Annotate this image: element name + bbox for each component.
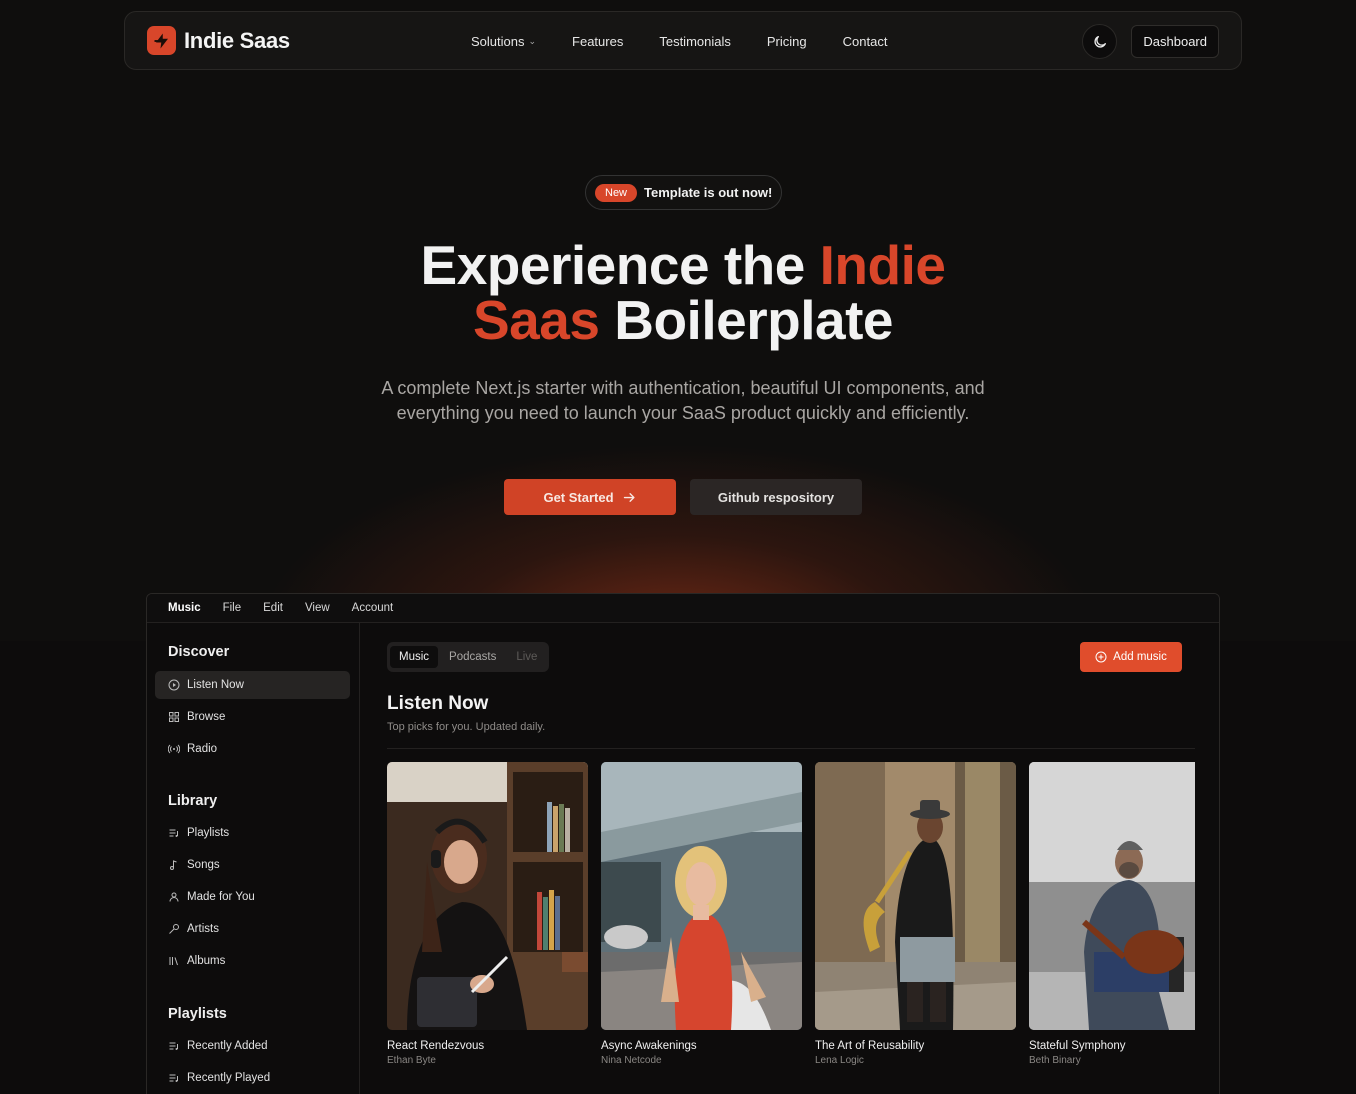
nav-testimonials[interactable]: Testimonials [659,34,731,49]
new-pill: New [595,183,638,202]
chevron-down-icon: ⌄ [528,36,537,46]
nav-contact[interactable]: Contact [843,34,888,49]
album-cards: React Rendezvous Ethan Byte Async Awaken… [387,762,1195,1082]
hero-title-part1: Experience the [420,234,806,296]
grid-icon [168,711,180,723]
app-main: Music Podcasts Live Add music Listen Now… [361,623,1219,1094]
album-cover-image[interactable] [815,762,1016,1030]
hero-title-accent2: Saas [473,289,600,351]
discover-heading: Discover [168,644,230,660]
menu-edit[interactable]: Edit [263,602,283,614]
nav-actions: Dashboard [1082,24,1219,59]
sidebar-item-artists[interactable]: Artists [155,915,350,943]
sidebar-item-label: Made for You [187,891,255,903]
sidebar-item-browse[interactable]: Browse [155,703,350,731]
sidebar-item-recently-played[interactable]: Recently Played [155,1064,350,1092]
album-card[interactable]: The Art of Reusability Lena Logic [815,762,1016,1066]
album-title: The Art of Reusability [815,1040,925,1052]
radio-icon [168,743,180,755]
tab-podcasts[interactable]: Podcasts [440,646,505,668]
album-card[interactable]: Async Awakenings Nina Netcode [601,762,802,1066]
get-started-label: Get Started [543,489,614,505]
sidebar-item-label: Recently Added [187,1040,268,1052]
tab-music[interactable]: Music [390,646,439,668]
sidebar-item-label: Browse [187,711,226,723]
nav-pricing[interactable]: Pricing [767,34,807,49]
menu-account[interactable]: Account [352,602,394,614]
sidebar-item-label: Recently Played [187,1072,271,1084]
plus-circle-icon [1095,651,1107,663]
album-title: React Rendezvous [387,1040,485,1052]
nav-features[interactable]: Features [572,34,623,49]
album-artist: Beth Binary [1029,1055,1081,1066]
nav-solutions[interactable]: Solutions ⌄ [471,34,536,49]
hero-subtitle: A complete Next.js starter with authenti… [381,378,985,423]
library-icon [168,955,180,967]
section-subtitle: Top picks for you. Updated daily. [387,721,546,733]
album-cover-image[interactable] [601,762,802,1030]
sidebar-item-label: Albums [187,955,226,967]
nav-solutions-label: Solutions [471,34,525,49]
theme-toggle-button[interactable] [1082,24,1118,59]
sidebar-item-radio[interactable]: Radio [155,735,350,763]
add-music-button[interactable]: Add music [1080,642,1182,672]
announcement-text: Template is out now! [644,185,773,200]
album-cover-image[interactable] [1029,762,1195,1030]
nav-links: Solutions ⌄ Features Testimonials Pricin… [471,12,887,71]
sidebar-item-recently-added[interactable]: Recently Added [155,1032,350,1060]
album-title: Stateful Symphony [1029,1040,1126,1052]
section-title: Listen Now [387,693,489,714]
album-artist: Nina Netcode [601,1055,662,1066]
music-note-icon [168,859,180,871]
moon-icon [1094,35,1106,48]
brand[interactable]: Indie Saas [147,26,447,55]
sidebar-item-label: Artists [187,923,219,935]
menu-file[interactable]: File [223,602,242,614]
sidebar-item-label: Listen Now [187,679,244,691]
menu-view[interactable]: View [305,602,330,614]
play-circle-icon [168,679,180,691]
dashboard-button[interactable]: Dashboard [1131,25,1219,58]
playlist-icon [168,827,180,839]
add-music-label: Add music [1113,651,1167,663]
hero-title-part2: Boilerplate [614,289,893,351]
tab-live: Live [516,651,538,663]
get-started-button[interactable]: Get Started [504,479,676,515]
library-heading: Library [168,793,218,809]
album-artist: Lena Logic [815,1055,864,1066]
sidebar-item-made-for-you[interactable]: Made for You [155,883,350,911]
sidebar-item-label: Songs [187,859,220,871]
github-repo-button[interactable]: Github respository [690,479,862,515]
album-card[interactable]: Stateful Symphony Beth Binary [1029,762,1195,1066]
sidebar-item-label: Radio [187,743,218,755]
user-icon [168,891,180,903]
sidebar-item-playlists[interactable]: Playlists [155,819,350,847]
app-sidebar: Discover Listen Now Browse Radio Library… [147,623,360,1094]
album-card[interactable]: React Rendezvous Ethan Byte [387,762,588,1066]
microphone-icon [168,923,180,935]
sidebar-item-albums[interactable]: Albums [155,947,350,975]
brand-name: Indie Saas [184,27,290,53]
hero-title: Experience the Indie Saas Boilerplate [300,238,1066,348]
sidebar-item-label: Playlists [187,827,230,839]
arrow-right-icon [623,492,635,502]
music-app-preview: Music File Edit View Account Discover Li… [146,593,1220,1094]
bolt-logo-icon [147,26,176,55]
playlist-icon [168,1072,180,1084]
playlists-heading: Playlists [168,1006,227,1022]
top-navbar: Indie Saas Solutions ⌄ Features Testimon… [124,11,1242,70]
announcement-badge[interactable]: New Template is out now! [585,175,783,210]
album-artist: Ethan Byte [387,1055,436,1066]
menu-music[interactable]: Music [168,602,201,614]
divider [387,748,1195,749]
album-cover-image[interactable] [387,762,588,1030]
content-tabs: Music Podcasts Live [387,642,550,672]
sidebar-item-songs[interactable]: Songs [155,851,350,879]
playlist-icon [168,1040,180,1052]
sidebar-item-listen-now[interactable]: Listen Now [155,671,350,699]
app-menubar: Music File Edit View Account [147,594,1219,623]
hero-title-accent1: Indie [819,234,946,296]
album-title: Async Awakenings [601,1040,697,1052]
